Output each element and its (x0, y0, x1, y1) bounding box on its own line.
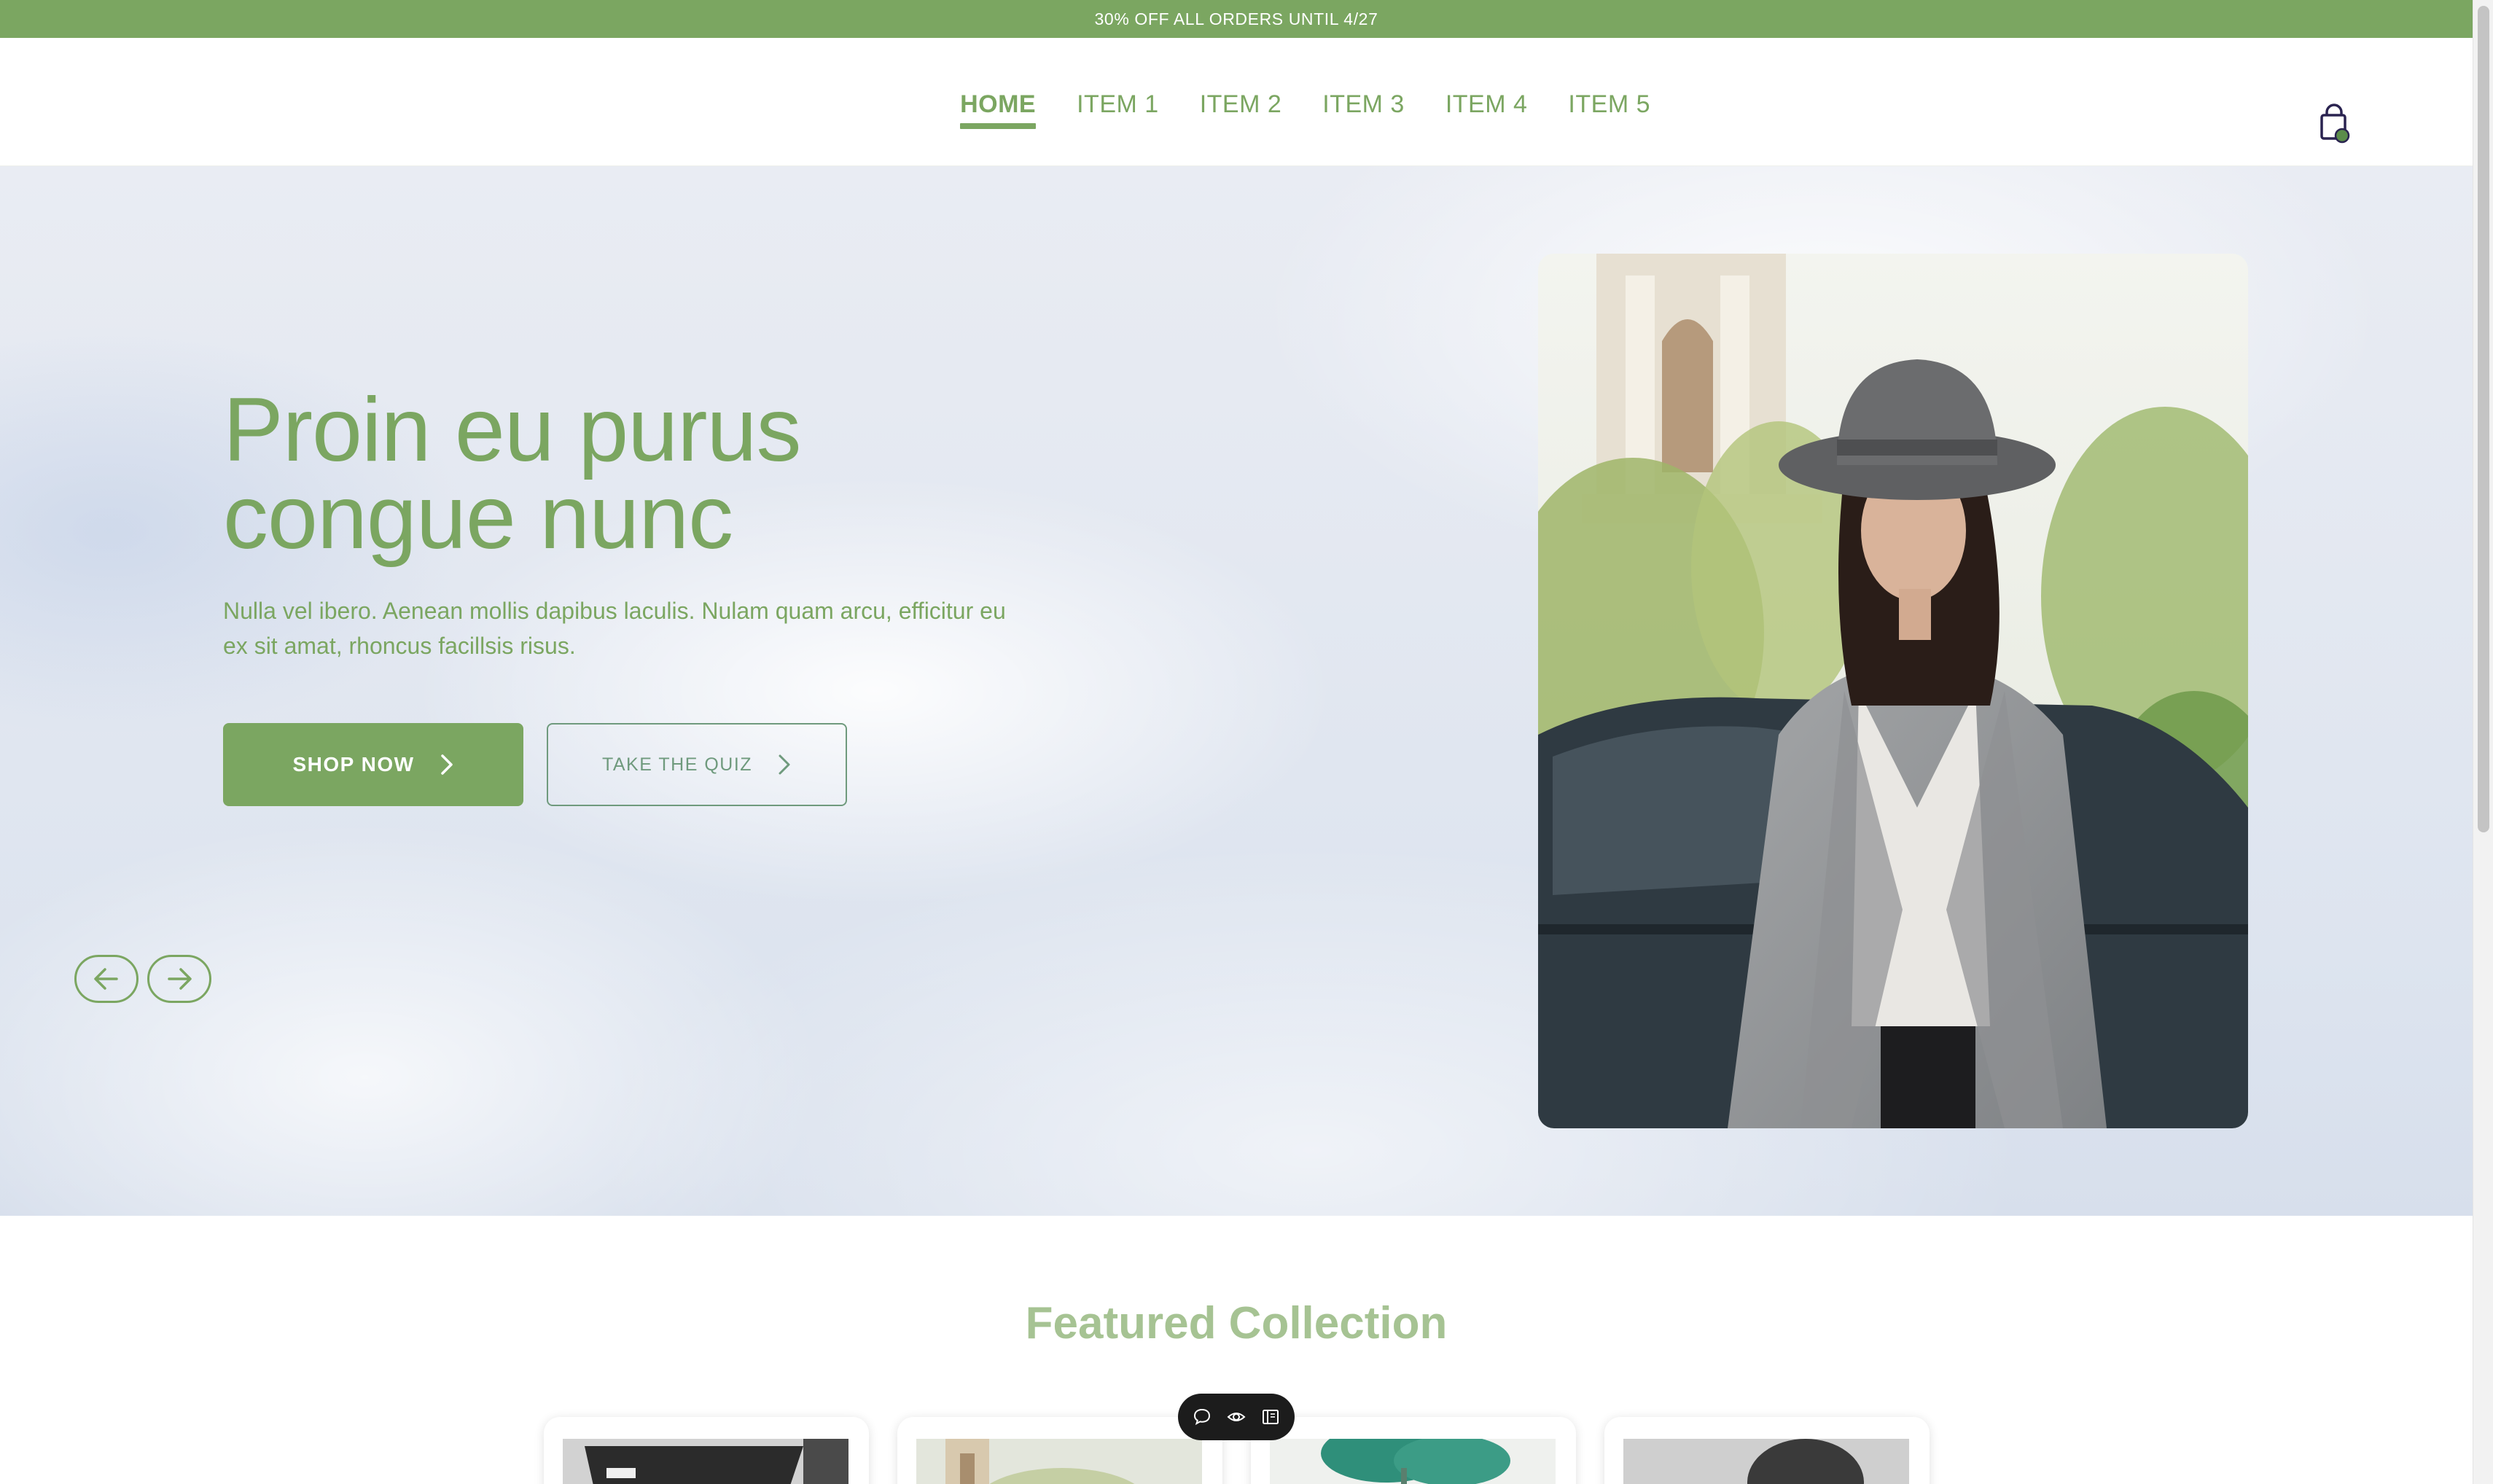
nav-item-3[interactable]: ITEM 3 (1322, 90, 1405, 122)
nav-item-1[interactable]: ITEM 1 (1077, 90, 1159, 122)
hero-title: Proin eu purus congue nunc (223, 385, 1171, 563)
cart-badge (2334, 128, 2350, 144)
arrow-right-icon (168, 968, 192, 990)
arrow-left-icon (94, 968, 118, 990)
book-icon[interactable] (1261, 1407, 1280, 1426)
product-card[interactable] (897, 1417, 1222, 1484)
slide-prev-button[interactable] (74, 955, 138, 1003)
product-image (916, 1439, 1202, 1484)
nav-item-2[interactable]: ITEM 2 (1200, 90, 1282, 122)
product-image (1623, 1439, 1909, 1484)
hero-subtitle-line-1: Nulla vel ibero. Aenean mollis dapibus l… (223, 598, 1006, 624)
chevron-right-icon (779, 754, 790, 775)
nav-item-home[interactable]: HOME (960, 90, 1037, 129)
page: 30% OFF ALL ORDERS UNTIL 4/27 HOME ITEM … (0, 0, 2493, 1484)
take-quiz-label: TAKE THE QUIZ (601, 754, 753, 775)
hero-title-line-2: congue nunc (223, 467, 733, 568)
main-nav: HOME ITEM 1 ITEM 2 ITEM 3 ITEM 4 ITEM 5 (0, 38, 1650, 166)
take-quiz-button[interactable]: TAKE THE QUIZ (547, 723, 847, 806)
comment-icon[interactable] (1193, 1407, 1212, 1426)
shop-now-label: SHOP NOW (292, 753, 415, 776)
vertical-scrollbar[interactable] (2473, 0, 2493, 1484)
floating-toolbar (1178, 1394, 1295, 1440)
hero-subtitle-line-2: ex sit amat, rhoncus facillsis risus. (223, 633, 576, 659)
shop-now-button[interactable]: SHOP NOW (223, 723, 523, 806)
nav-item-5[interactable]: ITEM 5 (1568, 90, 1650, 122)
product-image (1270, 1439, 1556, 1484)
product-image (563, 1439, 848, 1484)
slide-next-button[interactable] (147, 955, 211, 1003)
cart-button[interactable] (2318, 104, 2350, 144)
nav-item-4[interactable]: ITEM 4 (1446, 90, 1528, 122)
site-header: HOME ITEM 1 ITEM 2 ITEM 3 ITEM 4 ITEM 5 (0, 38, 2473, 166)
featured-collection-title: Featured Collection (1025, 1298, 1448, 1348)
hero-image (1538, 254, 2248, 1128)
announcement-bar: 30% OFF ALL ORDERS UNTIL 4/27 (0, 0, 2473, 38)
shopping-bag-icon (2320, 104, 2350, 144)
eye-icon[interactable] (1226, 1407, 1246, 1426)
hero-title-line-1: Proin eu purus (223, 380, 801, 480)
hero-section: Proin eu purus congue nunc Nulla vel ibe… (0, 166, 2473, 1216)
announcement-text: 30% OFF ALL ORDERS UNTIL 4/27 (1094, 9, 1378, 28)
product-card[interactable] (1604, 1417, 1930, 1484)
scrollbar-thumb[interactable] (2478, 6, 2489, 832)
product-card[interactable] (1251, 1417, 1576, 1484)
chevron-right-icon (440, 754, 453, 775)
product-card[interactable] (544, 1417, 869, 1484)
hero-subtitle: Nulla vel ibero. Aenean mollis dapibus l… (223, 593, 1039, 663)
